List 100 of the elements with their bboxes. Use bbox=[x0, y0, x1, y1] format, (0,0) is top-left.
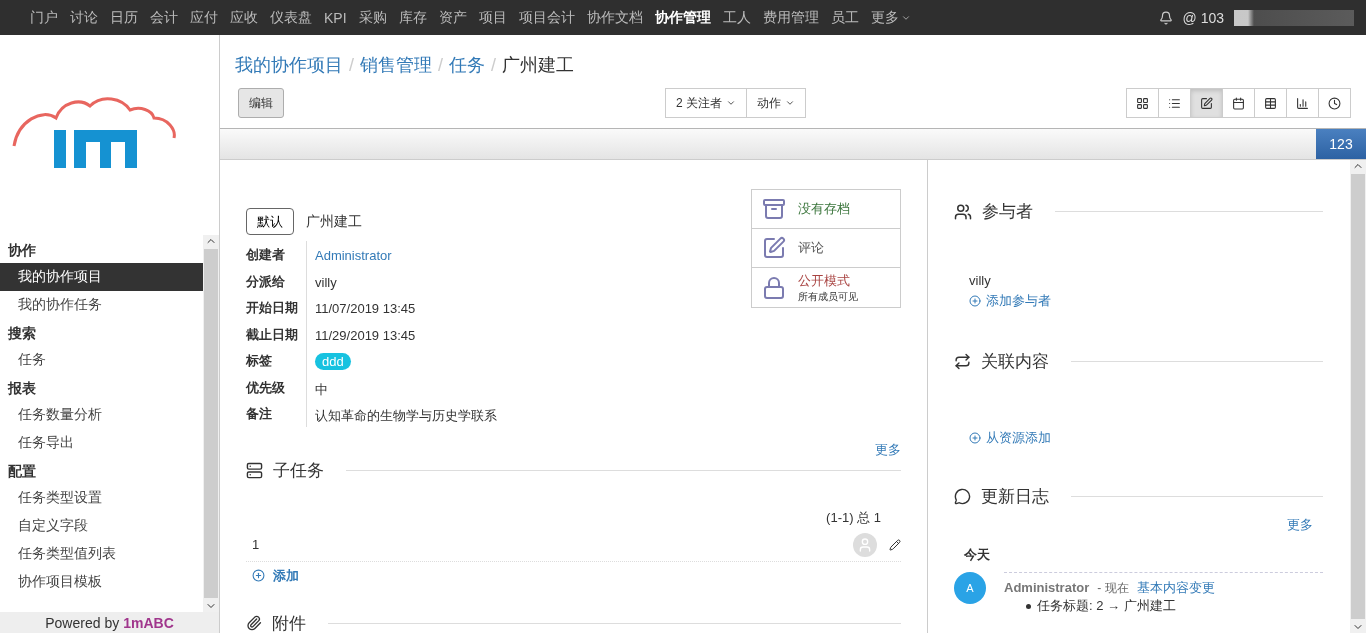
grid-view-icon bbox=[1264, 96, 1277, 110]
nav-item[interactable]: 项目会计 bbox=[512, 8, 581, 27]
menu-item[interactable]: 我的协作项目 bbox=[0, 263, 203, 291]
plus-icon bbox=[252, 569, 265, 582]
breadcrumb-separator: / bbox=[349, 54, 354, 76]
plus-icon bbox=[969, 295, 981, 307]
grid-view-button[interactable] bbox=[1254, 88, 1287, 118]
sidebar-scrollbar[interactable] bbox=[203, 235, 219, 612]
breadcrumb-link[interactable]: 销售管理 bbox=[360, 53, 432, 77]
author-name: Administrator bbox=[1004, 580, 1090, 595]
mentions-link[interactable]: @ 103 bbox=[1182, 9, 1224, 26]
nav-item[interactable]: 采购 bbox=[352, 8, 393, 27]
field-value: 认知革命的生物学与历史学联系 bbox=[315, 408, 497, 423]
breadcrumb-link[interactable]: 任务 bbox=[449, 53, 486, 77]
nav-item[interactable]: 应付 bbox=[184, 8, 224, 27]
log-time: - 现在 bbox=[1097, 581, 1129, 595]
nav-item[interactable]: 费用管理 bbox=[756, 8, 825, 27]
nav-item[interactable]: 日历 bbox=[104, 8, 144, 27]
nav-item[interactable]: 讨论 bbox=[64, 8, 104, 27]
menu-item[interactable]: 任务类型值列表 bbox=[0, 540, 203, 568]
list-view-button[interactable] bbox=[1158, 88, 1191, 118]
bell-icon[interactable] bbox=[1158, 10, 1173, 25]
list-view-icon bbox=[1168, 96, 1181, 110]
brand-link[interactable]: 1mABC bbox=[123, 614, 174, 631]
menu-item[interactable]: 我的协作任务 bbox=[0, 291, 203, 319]
log-more-link[interactable]: 更多 bbox=[1287, 517, 1313, 532]
timeline-view-icon bbox=[1328, 96, 1341, 110]
nav-item[interactable]: 仪表盘 bbox=[264, 8, 318, 27]
menu-item[interactable]: 任务数量分析 bbox=[0, 401, 203, 429]
nav-item[interactable]: 库存 bbox=[392, 8, 433, 27]
field-label: 开始日期 bbox=[246, 299, 299, 317]
caret-icon bbox=[785, 98, 795, 108]
count-badge: 123 bbox=[1316, 129, 1366, 159]
field-label: 截止日期 bbox=[246, 325, 299, 344]
nav-item[interactable]: 工人 bbox=[716, 8, 757, 27]
form-view-button[interactable] bbox=[1190, 88, 1223, 118]
author-avatar: A bbox=[954, 572, 986, 604]
field-label: 优先级 bbox=[246, 378, 286, 397]
edit-button[interactable]: 编辑 bbox=[238, 88, 284, 118]
comment-icon bbox=[762, 236, 786, 260]
nav-item[interactable]: 协作文档 bbox=[580, 8, 649, 27]
edit-icon[interactable] bbox=[889, 538, 901, 551]
pager-text: (1-1) 总 1 bbox=[825, 508, 881, 527]
caret-icon bbox=[726, 98, 736, 108]
nav-item[interactable]: 资产 bbox=[432, 8, 473, 27]
change-link[interactable]: 基本内容变更 bbox=[1136, 580, 1215, 595]
nav-item[interactable]: 员工 bbox=[824, 8, 865, 27]
more-link[interactable]: 更多 bbox=[875, 440, 901, 459]
menu-item[interactable]: 协作项目模板 bbox=[0, 568, 203, 596]
actions-button[interactable]: 动作 bbox=[746, 88, 806, 118]
add-from-resource-link[interactable]: 从资源添加 bbox=[969, 429, 1051, 447]
lock-icon bbox=[762, 275, 786, 300]
bullet-icon bbox=[1026, 603, 1031, 609]
timeline-view-button[interactable] bbox=[1318, 88, 1351, 118]
section-title: 子任务 bbox=[273, 459, 324, 482]
plus-icon bbox=[969, 432, 981, 444]
user-menu[interactable] bbox=[1234, 9, 1354, 26]
menu-section-title: 配置 bbox=[7, 462, 37, 481]
repeat-icon bbox=[954, 353, 971, 370]
menu-section-title: 协作 bbox=[7, 241, 37, 260]
kanban-view-icon bbox=[1136, 96, 1149, 110]
current-page-title: 广州建工 bbox=[502, 54, 575, 77]
panel-scrollbar[interactable] bbox=[1350, 160, 1366, 633]
menu-item[interactable]: 任务导出 bbox=[0, 429, 203, 457]
field-label: 标签 bbox=[246, 352, 273, 370]
change-text: 任务标题: 2 → 广州建工 bbox=[1037, 597, 1176, 615]
nav-item[interactable]: KPI bbox=[318, 9, 353, 26]
menu-item[interactable]: 任务 bbox=[0, 346, 203, 374]
nav-item[interactable]: 协作管理 bbox=[648, 8, 717, 27]
nav-item[interactable]: 门户 bbox=[24, 8, 64, 27]
nav-item[interactable]: 应收 bbox=[224, 8, 264, 27]
menu-item[interactable]: 任务类型设置 bbox=[0, 484, 203, 512]
stage-button[interactable]: 默认 bbox=[246, 208, 294, 235]
nav-item[interactable]: 会计 bbox=[144, 8, 184, 27]
graph-view-button[interactable] bbox=[1286, 88, 1319, 118]
calendar-view-button[interactable] bbox=[1222, 88, 1255, 118]
field-value: villy bbox=[315, 274, 337, 290]
nav-item[interactable]: 项目 bbox=[472, 8, 513, 27]
chat-icon bbox=[954, 488, 971, 505]
field-link[interactable]: Administrator bbox=[315, 248, 392, 263]
tag-chip: ddd bbox=[315, 353, 351, 370]
field-value: 11/29/2019 13:45 bbox=[315, 327, 416, 343]
powered-by-text: Powered by bbox=[45, 614, 120, 631]
breadcrumb-link[interactable]: 我的协作项目 bbox=[235, 53, 343, 77]
menu-section-title: 报表 bbox=[6, 379, 37, 398]
subtask-name: 1 bbox=[252, 537, 260, 552]
followers-button[interactable]: 2 关注者 bbox=[665, 88, 747, 118]
field-label: 分派给 bbox=[246, 272, 286, 291]
breadcrumb-separator: / bbox=[491, 54, 497, 76]
more-menu[interactable]: 更多 bbox=[864, 8, 917, 27]
kanban-view-button[interactable] bbox=[1126, 88, 1159, 118]
add-participant-link[interactable]: 添加参与者 bbox=[969, 292, 1051, 310]
section-title: 关联内容 bbox=[981, 351, 1049, 373]
add-link[interactable]: 添加 bbox=[246, 561, 305, 590]
menu-item[interactable]: 自定义字段 bbox=[0, 512, 203, 540]
day-heading: 今天 bbox=[964, 546, 991, 564]
menu-section-title: 搜索 bbox=[7, 324, 37, 343]
paperclip-icon bbox=[246, 615, 262, 631]
section-title: 参与者 bbox=[982, 201, 1033, 223]
field-value: 11/07/2019 13:45 bbox=[315, 301, 416, 316]
